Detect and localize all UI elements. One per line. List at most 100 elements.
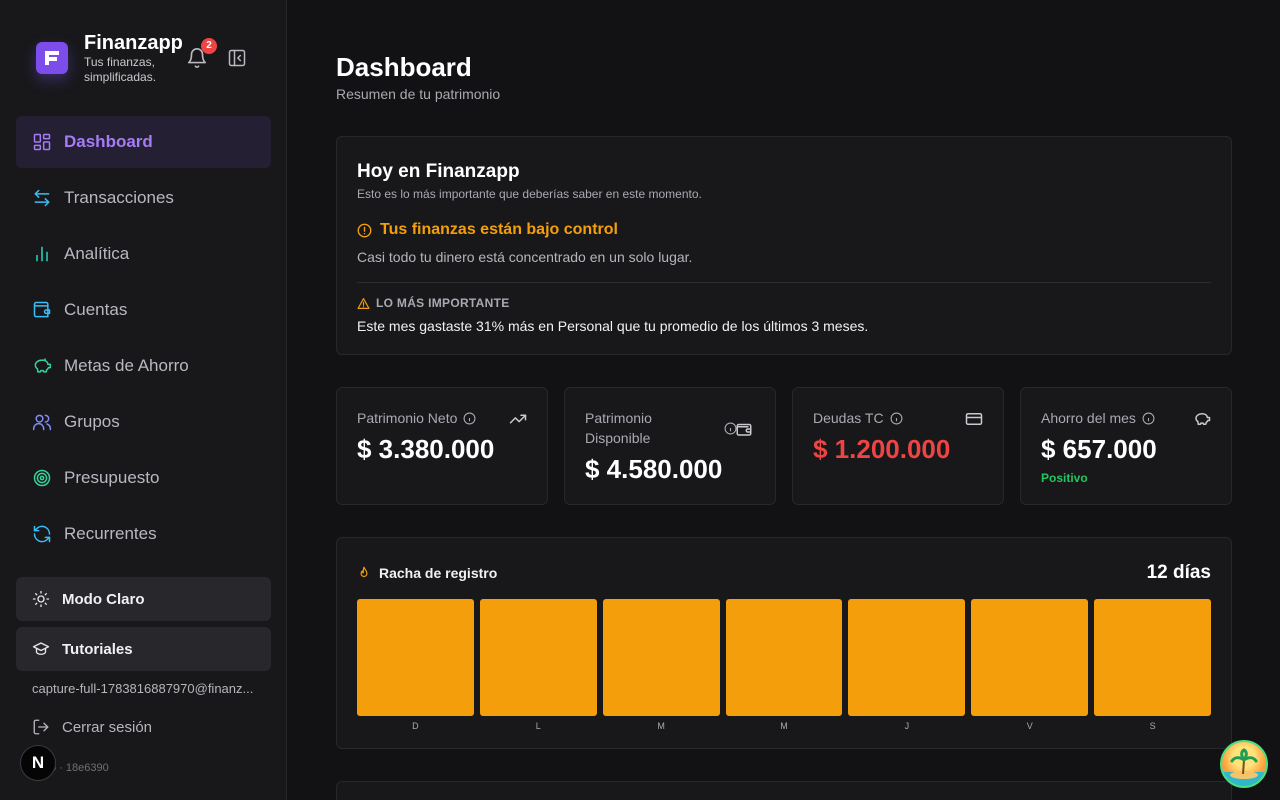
stat-card-deudas-tc: Deudas TC $ 1.200.000 bbox=[792, 387, 1004, 505]
app-tagline: Tus finanzas, simplificadas. bbox=[84, 55, 157, 84]
sidebar-item-analitica[interactable]: Analítica bbox=[16, 228, 271, 280]
streak-title: Racha de registro bbox=[379, 565, 498, 581]
sidebar-item-label: Transacciones bbox=[64, 188, 174, 207]
users-icon bbox=[32, 412, 52, 432]
dashboard-icon bbox=[32, 132, 52, 152]
bar-chart-icon bbox=[32, 244, 52, 264]
logout-icon bbox=[33, 719, 49, 735]
stat-value: $ 657.000 bbox=[1041, 434, 1157, 464]
streak-day-label: M bbox=[657, 721, 665, 731]
sidebar-item-label: Presupuesto bbox=[64, 468, 160, 487]
user-email: capture-full-1783816887970@finanz... bbox=[32, 681, 254, 696]
tutorials-button[interactable]: Tutoriales bbox=[16, 627, 271, 671]
stat-value: $ 4.580.000 bbox=[585, 454, 723, 484]
app-logo bbox=[36, 42, 68, 74]
streak-day: M bbox=[602, 599, 720, 731]
credit-card-icon bbox=[965, 413, 983, 425]
streak-day-label: D bbox=[412, 721, 419, 731]
graduation-cap-icon bbox=[32, 642, 50, 655]
sidebar-item-label: Metas de Ahorro bbox=[64, 356, 189, 375]
wallet-icon bbox=[32, 300, 52, 320]
collapse-sidebar-icon[interactable] bbox=[227, 48, 247, 68]
theme-toggle-label: Modo Claro bbox=[62, 590, 145, 608]
streak-day-box bbox=[479, 599, 597, 716]
important-text: Este mes gastaste 31% más en Personal qu… bbox=[357, 318, 869, 334]
today-subtitle: Esto es lo más importante que deberías s… bbox=[357, 187, 702, 201]
app-version: 0 · 18e6390 bbox=[50, 762, 109, 774]
streak-day: M bbox=[725, 599, 843, 731]
stat-value: $ 3.380.000 bbox=[357, 434, 495, 464]
app-name: Finanzapp bbox=[84, 32, 183, 54]
wallet-icon bbox=[736, 423, 752, 436]
page-title: Dashboard bbox=[336, 52, 472, 82]
stat-label: Patrimonio Neto bbox=[357, 410, 458, 426]
stat-card-ahorro-del-mes: Ahorro del mes $ 657.000 Positivo bbox=[1020, 387, 1232, 505]
sidebar-nav: Dashboard Transacciones Analítica Cuenta… bbox=[16, 116, 271, 564]
next-card bbox=[336, 781, 1232, 800]
stat-label: Ahorro del mes bbox=[1041, 410, 1136, 426]
today-title: Hoy en Finanzapp bbox=[357, 161, 520, 182]
flame-icon bbox=[360, 566, 368, 578]
streak-day-label: V bbox=[1026, 721, 1033, 731]
info-icon[interactable] bbox=[1142, 412, 1155, 425]
status-title: Tus finanzas están bajo control bbox=[380, 221, 618, 238]
sidebar-item-label: Cuentas bbox=[64, 300, 128, 319]
piggy-bank-icon bbox=[1195, 413, 1211, 425]
info-icon[interactable] bbox=[890, 412, 903, 425]
streak-day: V bbox=[971, 599, 1089, 731]
stat-card-patrimonio-neto: Patrimonio Neto $ 3.380.000 bbox=[336, 387, 548, 505]
sidebar: Finanzapp Tus finanzas, simplificadas. 2… bbox=[0, 0, 287, 800]
streak-days-count: 12 días bbox=[1146, 562, 1211, 583]
streak-day-box bbox=[1094, 599, 1212, 716]
info-icon[interactable] bbox=[724, 422, 737, 435]
sidebar-item-presupuesto[interactable]: Presupuesto bbox=[16, 452, 271, 504]
streak-day-label: M bbox=[780, 721, 788, 731]
streak-day-box bbox=[848, 599, 966, 716]
streak-card: Racha de registro 12 días D L M M J V S bbox=[336, 537, 1232, 749]
trending-up-icon bbox=[509, 414, 527, 424]
alert-circle-icon bbox=[357, 223, 372, 237]
sidebar-item-metas-de-ahorro[interactable]: Metas de Ahorro bbox=[16, 340, 271, 392]
streak-day: L bbox=[479, 599, 597, 731]
status-description: Casi todo tu dinero está concentrado en … bbox=[357, 249, 693, 265]
notification-badge: 2 bbox=[201, 38, 217, 54]
streak-day-box bbox=[602, 599, 720, 716]
streak-day-box bbox=[357, 599, 474, 716]
streak-day-box bbox=[725, 599, 843, 716]
sidebar-item-cuentas[interactable]: Cuentas bbox=[16, 284, 271, 336]
logout-label: Cerrar sesión bbox=[62, 718, 153, 736]
info-icon[interactable] bbox=[463, 412, 476, 425]
piggy-bank-icon bbox=[32, 356, 52, 376]
streak-day-label: L bbox=[535, 721, 541, 731]
page-subtitle: Resumen de tu patrimonio bbox=[336, 86, 501, 102]
streak-day: S bbox=[1094, 599, 1212, 731]
sidebar-item-dashboard[interactable]: Dashboard bbox=[16, 116, 271, 168]
warning-triangle-icon bbox=[357, 297, 370, 309]
arrows-swap-icon bbox=[32, 188, 52, 208]
sidebar-item-recurrentes[interactable]: Recurrentes bbox=[16, 508, 271, 560]
streak-days: D L M M J V S bbox=[357, 599, 1212, 731]
sidebar-item-label: Recurrentes bbox=[64, 524, 157, 543]
refresh-icon bbox=[32, 524, 52, 544]
stat-label: Patrimonio Disponible bbox=[585, 410, 652, 446]
important-label: LO MÁS IMPORTANTE bbox=[376, 296, 510, 310]
sidebar-item-label: Analítica bbox=[64, 244, 130, 263]
sidebar-item-grupos[interactable]: Grupos bbox=[16, 396, 271, 448]
stat-label: Deudas TC bbox=[813, 410, 884, 426]
streak-day-label: J bbox=[904, 721, 910, 731]
streak-day-label: S bbox=[1149, 721, 1156, 731]
tutorials-label: Tutoriales bbox=[62, 640, 133, 658]
sidebar-item-transacciones[interactable]: Transacciones bbox=[16, 172, 271, 224]
brand[interactable]: Finanzapp Tus finanzas, simplificadas. bbox=[36, 33, 183, 85]
target-icon bbox=[32, 468, 52, 488]
sun-icon bbox=[32, 590, 50, 608]
assistant-avatar[interactable] bbox=[1220, 740, 1268, 788]
stat-card-patrimonio-disponible: Patrimonio Disponible $ 4.580.000 bbox=[564, 387, 776, 505]
logout-button[interactable]: Cerrar sesión bbox=[32, 718, 152, 736]
dev-tools-badge[interactable]: N bbox=[20, 745, 56, 781]
palm-tree-icon bbox=[1222, 748, 1266, 786]
streak-day: J bbox=[848, 599, 966, 731]
stat-value: $ 1.200.000 bbox=[813, 434, 951, 464]
theme-toggle-button[interactable]: Modo Claro bbox=[16, 577, 271, 621]
streak-day: D bbox=[357, 599, 474, 731]
